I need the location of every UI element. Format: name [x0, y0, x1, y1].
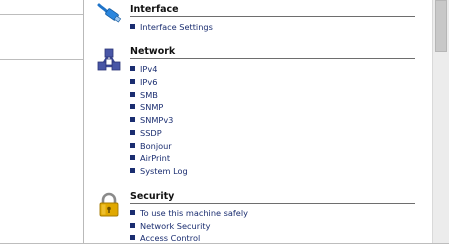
- link-bonjour[interactable]: Bonjour: [130, 140, 172, 152]
- link-airprint[interactable]: AirPrint: [130, 152, 170, 164]
- bullet-icon: [130, 130, 135, 135]
- link-ipv6[interactable]: IPv6: [130, 76, 157, 88]
- bullet-icon: [130, 66, 135, 71]
- network-nodes-icon: [96, 47, 122, 73]
- link-snmp[interactable]: SNMP: [130, 101, 163, 113]
- section-title-interface: Interface: [130, 4, 179, 15]
- scrollbar-thumb[interactable]: [435, 0, 447, 52]
- link-ssdp[interactable]: SSDP: [130, 127, 162, 139]
- vertical-scrollbar[interactable]: [432, 0, 449, 244]
- bullet-icon: [130, 92, 135, 97]
- link-use-machine-safely[interactable]: To use this machine safely: [130, 207, 248, 219]
- bullet-icon: [130, 210, 135, 215]
- link-snmpv3[interactable]: SNMPv3: [130, 114, 173, 126]
- left-pane-divider: [0, 59, 83, 60]
- padlock-icon: [96, 192, 122, 218]
- link-network-security[interactable]: Network Security: [130, 220, 210, 232]
- bullet-icon: [130, 168, 135, 173]
- bullet-icon: [130, 117, 135, 122]
- bullet-icon: [130, 235, 135, 240]
- link-interface-settings[interactable]: Interface Settings: [130, 21, 213, 33]
- section-divider: [130, 16, 415, 17]
- section-divider: [130, 58, 415, 59]
- bullet-icon: [130, 24, 135, 29]
- link-ipv4[interactable]: IPv4: [130, 63, 157, 75]
- bullet-icon: [130, 155, 135, 160]
- section-title-network: Network: [130, 46, 176, 57]
- ethernet-cable-icon: [96, 2, 122, 28]
- bullet-icon: [130, 223, 135, 228]
- bullet-icon: [130, 143, 135, 148]
- settings-menu: Interface Interface Settings Network IPv…: [84, 0, 431, 244]
- link-system-log[interactable]: System Log: [130, 165, 188, 177]
- section-title-security: Security: [130, 191, 175, 202]
- section-divider: [130, 203, 415, 204]
- left-pane: [0, 0, 84, 244]
- bullet-icon: [130, 79, 135, 84]
- bullet-icon: [130, 104, 135, 109]
- left-pane-divider: [0, 14, 83, 15]
- link-smb[interactable]: SMB: [130, 89, 158, 101]
